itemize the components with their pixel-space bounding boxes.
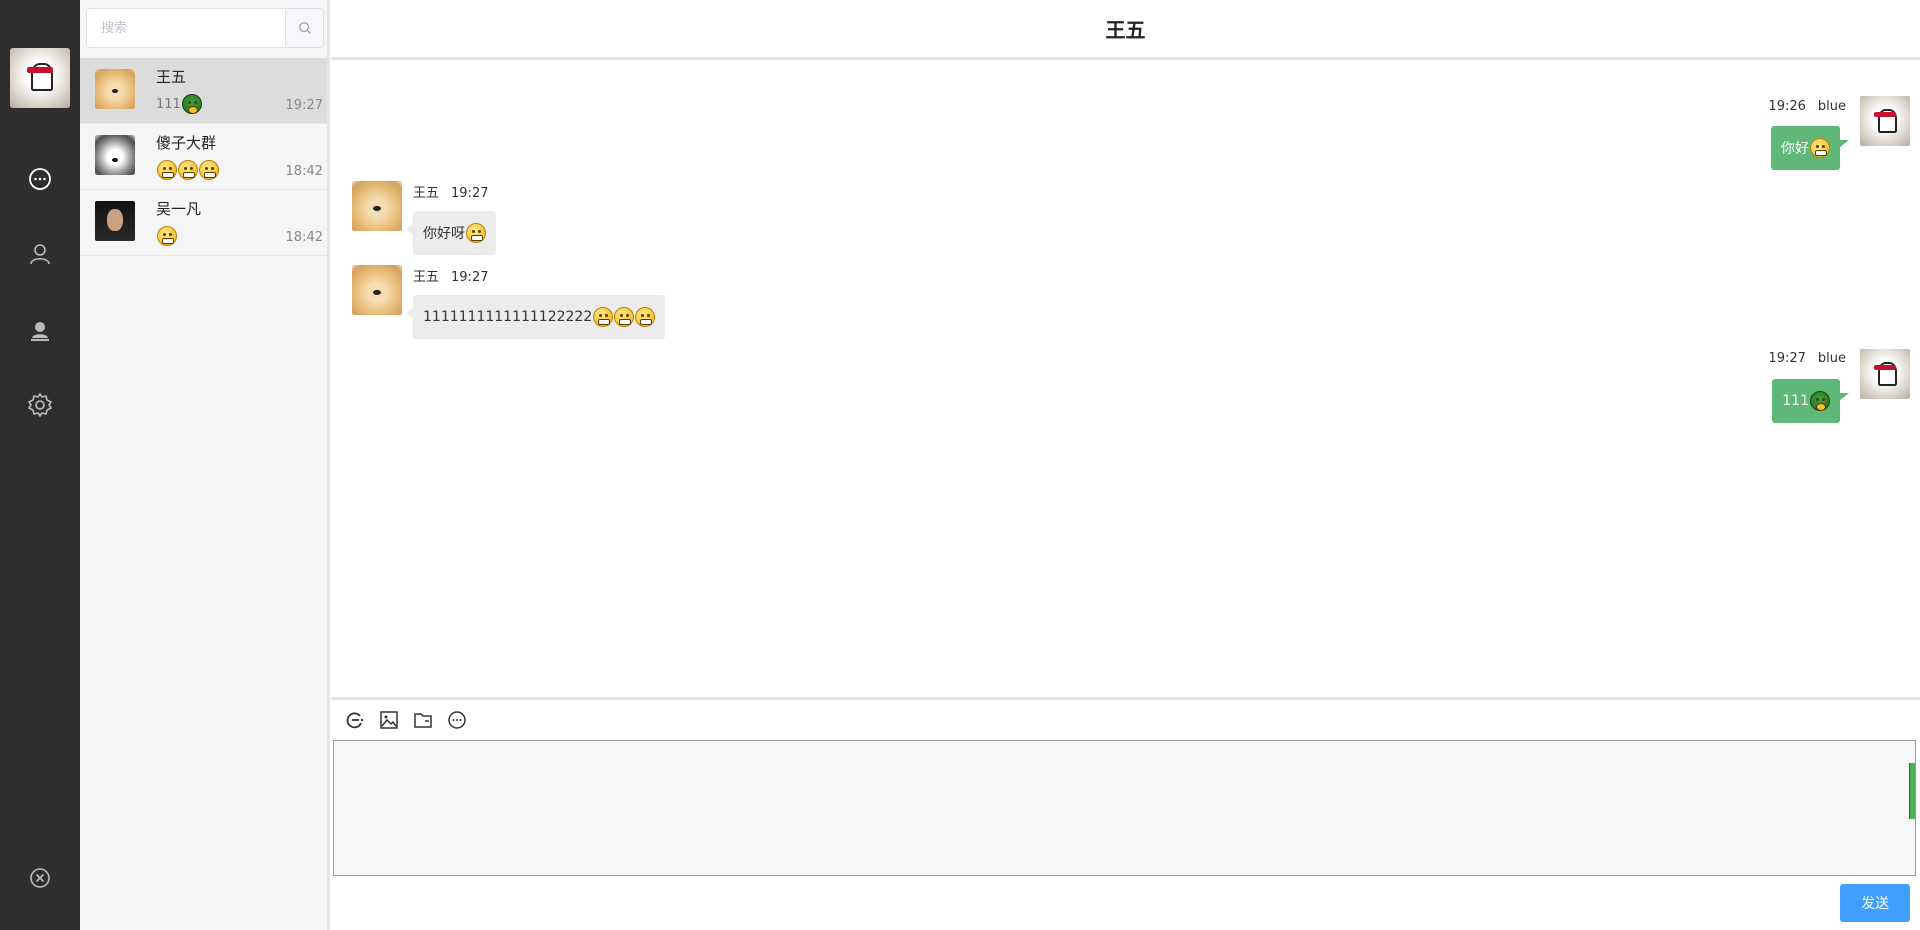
search-input[interactable] bbox=[87, 9, 285, 47]
search-button[interactable] bbox=[285, 9, 323, 47]
message-text: 111 bbox=[1782, 393, 1809, 409]
search-icon bbox=[298, 22, 311, 34]
face-emoji-icon bbox=[199, 160, 219, 180]
preview-text: 111 bbox=[156, 96, 181, 112]
contact-item[interactable]: 吴一凡 18:42 bbox=[80, 190, 327, 256]
chat-title: 王五 bbox=[1105, 18, 1146, 42]
contact-name: 吴一凡 bbox=[156, 200, 202, 218]
send-button[interactable]: 发送 bbox=[1840, 884, 1910, 922]
search-box bbox=[86, 8, 324, 48]
avatar bbox=[1860, 349, 1910, 399]
contact-time: 19:27 bbox=[285, 98, 323, 113]
chat-history-icon[interactable] bbox=[447, 710, 467, 730]
contact-item[interactable]: 王五 111 19:27 bbox=[80, 58, 327, 124]
contact-name: 傻子大群 bbox=[156, 134, 217, 152]
emoji-icon[interactable] bbox=[345, 710, 365, 730]
contact-name: 王五 bbox=[156, 68, 187, 86]
message-list: 19:26 blue 你好 王五 19:27 你好呀 王五 19:27 1111… bbox=[331, 60, 1920, 697]
face-emoji-icon bbox=[178, 160, 198, 180]
face-emoji-icon bbox=[157, 226, 177, 246]
chat-header: 王五 bbox=[331, 0, 1920, 60]
close-circle-icon[interactable] bbox=[27, 865, 53, 891]
contact-preview bbox=[156, 160, 219, 180]
user-icon[interactable] bbox=[27, 241, 53, 267]
contact-list: 王五 111 19:27 傻子大群 18:42 吴一凡 18:42 bbox=[80, 58, 327, 256]
turtle-emoji-icon bbox=[181, 94, 202, 114]
message-time: 19:27 bbox=[1768, 351, 1806, 366]
avatar bbox=[95, 201, 135, 241]
avatar bbox=[95, 135, 135, 175]
contact-item[interactable]: 傻子大群 18:42 bbox=[80, 124, 327, 190]
message-sender: blue bbox=[1817, 351, 1846, 366]
message-input-area bbox=[333, 740, 1916, 876]
message-outgoing: 19:27 blue 111 bbox=[331, 60, 1920, 423]
message-input[interactable] bbox=[334, 741, 1915, 875]
folder-icon[interactable] bbox=[413, 710, 433, 730]
message-meta: 19:27 blue bbox=[1768, 351, 1846, 366]
contact-time: 18:42 bbox=[285, 164, 323, 179]
input-toolbar bbox=[331, 697, 1920, 740]
contact-preview bbox=[156, 226, 177, 246]
scrollbar-thumb[interactable] bbox=[1909, 763, 1915, 819]
chat-icon[interactable] bbox=[27, 166, 53, 192]
contact-time: 18:42 bbox=[285, 230, 323, 245]
gear-icon[interactable] bbox=[27, 392, 53, 418]
message-bubble[interactable]: 111 bbox=[1772, 379, 1849, 423]
contact-list-panel: 王五 111 19:27 傻子大群 18:42 吴一凡 18:42 bbox=[80, 0, 330, 930]
avatar bbox=[95, 69, 135, 109]
contact-preview: 111 bbox=[156, 94, 202, 114]
my-avatar[interactable] bbox=[10, 48, 70, 108]
left-nav bbox=[0, 0, 80, 930]
turtle-emoji-icon bbox=[1810, 391, 1830, 411]
face-emoji-icon bbox=[157, 160, 177, 180]
contacts-icon[interactable] bbox=[27, 318, 53, 344]
image-icon[interactable] bbox=[379, 710, 399, 730]
chat-panel: 王五 19:26 blue 你好 王五 19:27 你好呀 王五 19:27 1… bbox=[331, 0, 1920, 930]
